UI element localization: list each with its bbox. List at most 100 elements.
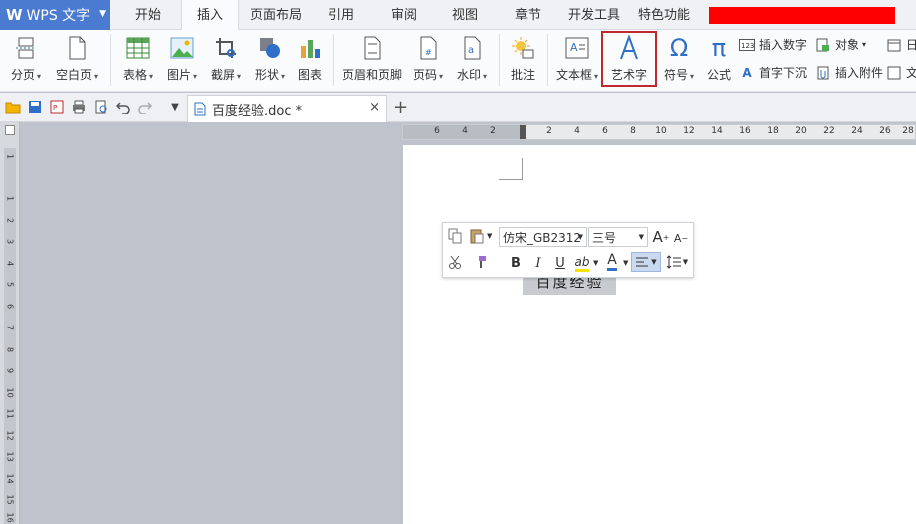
chart-button[interactable]: 图表 bbox=[293, 33, 327, 89]
highlight-icon: ab bbox=[574, 255, 590, 272]
shapes-button[interactable]: 形状 ▾ bbox=[250, 33, 290, 89]
wordart-button[interactable]: 艺术字 bbox=[601, 31, 657, 87]
underline-button[interactable]: U bbox=[552, 254, 568, 272]
textbox-button[interactable]: A 文本框 ▾ bbox=[553, 33, 601, 89]
vruler-tick: 6 bbox=[5, 303, 15, 310]
chart-icon bbox=[296, 35, 324, 61]
attachment-icon bbox=[815, 66, 831, 80]
watermark-label: 水印 bbox=[456, 68, 481, 82]
page-number-button[interactable]: # 页码 ▾ bbox=[408, 33, 448, 89]
menu-special[interactable]: 特色功能 bbox=[633, 0, 695, 30]
ribbon-divider bbox=[333, 34, 334, 86]
paste-dropdown-icon[interactable]: ▼ bbox=[487, 232, 492, 240]
header-footer-icon bbox=[358, 35, 386, 61]
format-painter-icon[interactable] bbox=[471, 253, 489, 271]
hruler-tick: 28 bbox=[902, 126, 914, 136]
hruler-tick: 4 bbox=[574, 126, 580, 136]
drop-cap-button[interactable]: A 首字下沉 bbox=[739, 64, 807, 81]
save-icon[interactable] bbox=[27, 99, 43, 115]
vruler-tick: 2 bbox=[5, 217, 15, 224]
font-size-select[interactable]: 三号 ▼ bbox=[588, 227, 648, 247]
drop-cap-icon: A bbox=[742, 65, 752, 80]
menu-insert[interactable]: 插入 bbox=[181, 0, 239, 31]
symbol-label: 符号 bbox=[663, 68, 688, 82]
grow-font-button[interactable]: A + bbox=[652, 227, 670, 247]
highlight-button[interactable]: ab bbox=[572, 253, 592, 273]
header-footer-label: 页眉和页脚 bbox=[341, 68, 402, 82]
table-button[interactable]: 表格 ▾ bbox=[118, 33, 158, 89]
app-menu-button[interactable]: W WPS 文字 ▼ bbox=[0, 0, 110, 30]
comment-label: 批注 bbox=[510, 68, 535, 82]
grow-font-icon: A bbox=[652, 228, 663, 246]
calendar-icon bbox=[886, 38, 902, 52]
document-tab[interactable]: 百度经验.doc * × bbox=[187, 95, 387, 122]
blank-page-icon bbox=[63, 35, 91, 61]
picture-button[interactable]: 图片 ▾ bbox=[162, 33, 202, 89]
object-icon bbox=[815, 38, 831, 52]
header-footer-button[interactable]: 页眉和页脚 bbox=[338, 33, 406, 89]
svg-text:#: # bbox=[425, 48, 432, 57]
line-spacing-button[interactable]: ▼ bbox=[663, 252, 691, 272]
blank-page-button[interactable]: 空白页 ▾ bbox=[52, 33, 102, 89]
menu-references[interactable]: 引用 bbox=[318, 0, 364, 30]
undo-icon[interactable] bbox=[115, 99, 131, 115]
shrink-font-icon: A bbox=[673, 231, 682, 245]
menu-page-layout[interactable]: 页面布局 bbox=[245, 0, 307, 30]
print-icon[interactable] bbox=[71, 99, 87, 115]
formula-label: 公式 bbox=[706, 68, 731, 82]
insert-attachment-button[interactable]: 插入附件 bbox=[815, 64, 883, 81]
page-break-label: 分页 bbox=[10, 68, 35, 82]
highlight-dropdown-icon[interactable]: ▼ bbox=[593, 259, 598, 267]
redo-icon[interactable] bbox=[137, 99, 153, 115]
blank-page-label: 空白页 bbox=[55, 68, 92, 82]
hruler-tick: 22 bbox=[823, 126, 835, 136]
wordart-icon bbox=[615, 35, 643, 61]
customize-dropdown-icon[interactable]: ▼ bbox=[167, 99, 183, 115]
insert-number-button[interactable]: 123 插入数字 bbox=[739, 36, 807, 53]
menu-section[interactable]: 章节 bbox=[506, 0, 550, 30]
menu-start[interactable]: 开始 bbox=[122, 0, 174, 30]
page-break-icon bbox=[12, 35, 40, 61]
watermark-button[interactable]: a 水印 ▾ bbox=[452, 33, 492, 89]
indent-marker[interactable] bbox=[520, 125, 526, 139]
close-tab-icon[interactable]: × bbox=[369, 100, 380, 115]
vruler-tick: 12 bbox=[5, 430, 15, 441]
text-part-button[interactable]: 文 bbox=[886, 64, 916, 81]
font-name-select[interactable]: 仿宋_GB2312 ▼ bbox=[499, 227, 587, 247]
align-button[interactable]: ▼ bbox=[631, 252, 661, 272]
redacted-area bbox=[709, 7, 895, 24]
vruler-tick: 8 bbox=[5, 346, 15, 353]
comment-button[interactable]: 批注 bbox=[505, 33, 541, 89]
shapes-icon bbox=[256, 35, 284, 61]
font-color-dropdown-icon[interactable]: ▼ bbox=[623, 259, 628, 267]
document-icon bbox=[194, 102, 206, 116]
paste-icon[interactable] bbox=[468, 227, 486, 245]
menu-view[interactable]: 视图 bbox=[443, 0, 487, 30]
picture-icon bbox=[168, 35, 196, 61]
tab-stop-selector[interactable] bbox=[5, 125, 15, 135]
watermark-icon: a bbox=[458, 35, 486, 61]
scissors-icon[interactable] bbox=[446, 253, 464, 271]
date-button[interactable]: 日 bbox=[886, 36, 916, 53]
formula-button[interactable]: π 公式 bbox=[702, 33, 736, 89]
open-icon[interactable] bbox=[5, 99, 21, 115]
print-preview-icon[interactable] bbox=[93, 99, 109, 115]
svg-text:A: A bbox=[570, 41, 578, 54]
bold-button[interactable]: B bbox=[508, 254, 524, 272]
copy-icon[interactable] bbox=[446, 227, 464, 245]
vruler-tick: 4 bbox=[5, 260, 15, 267]
shrink-font-button[interactable]: A − bbox=[673, 229, 689, 247]
omega-icon: Ω bbox=[669, 34, 689, 62]
italic-button[interactable]: I bbox=[530, 254, 546, 272]
new-tab-icon[interactable]: + bbox=[393, 97, 408, 118]
font-color-button[interactable]: A bbox=[603, 252, 621, 272]
menu-review[interactable]: 审阅 bbox=[382, 0, 426, 30]
page-break-button[interactable]: 分页 ▾ bbox=[6, 33, 46, 89]
screenshot-button[interactable]: 截屏 ▾ bbox=[205, 33, 247, 89]
document-page[interactable] bbox=[403, 145, 916, 524]
export-pdf-icon[interactable]: P bbox=[49, 99, 65, 115]
object-button[interactable]: 对象 ▾ bbox=[815, 36, 866, 53]
menu-developer[interactable]: 开发工具 bbox=[563, 0, 625, 30]
font-color-icon: A bbox=[607, 253, 617, 271]
symbol-button[interactable]: Ω 符号 ▾ bbox=[660, 33, 698, 89]
